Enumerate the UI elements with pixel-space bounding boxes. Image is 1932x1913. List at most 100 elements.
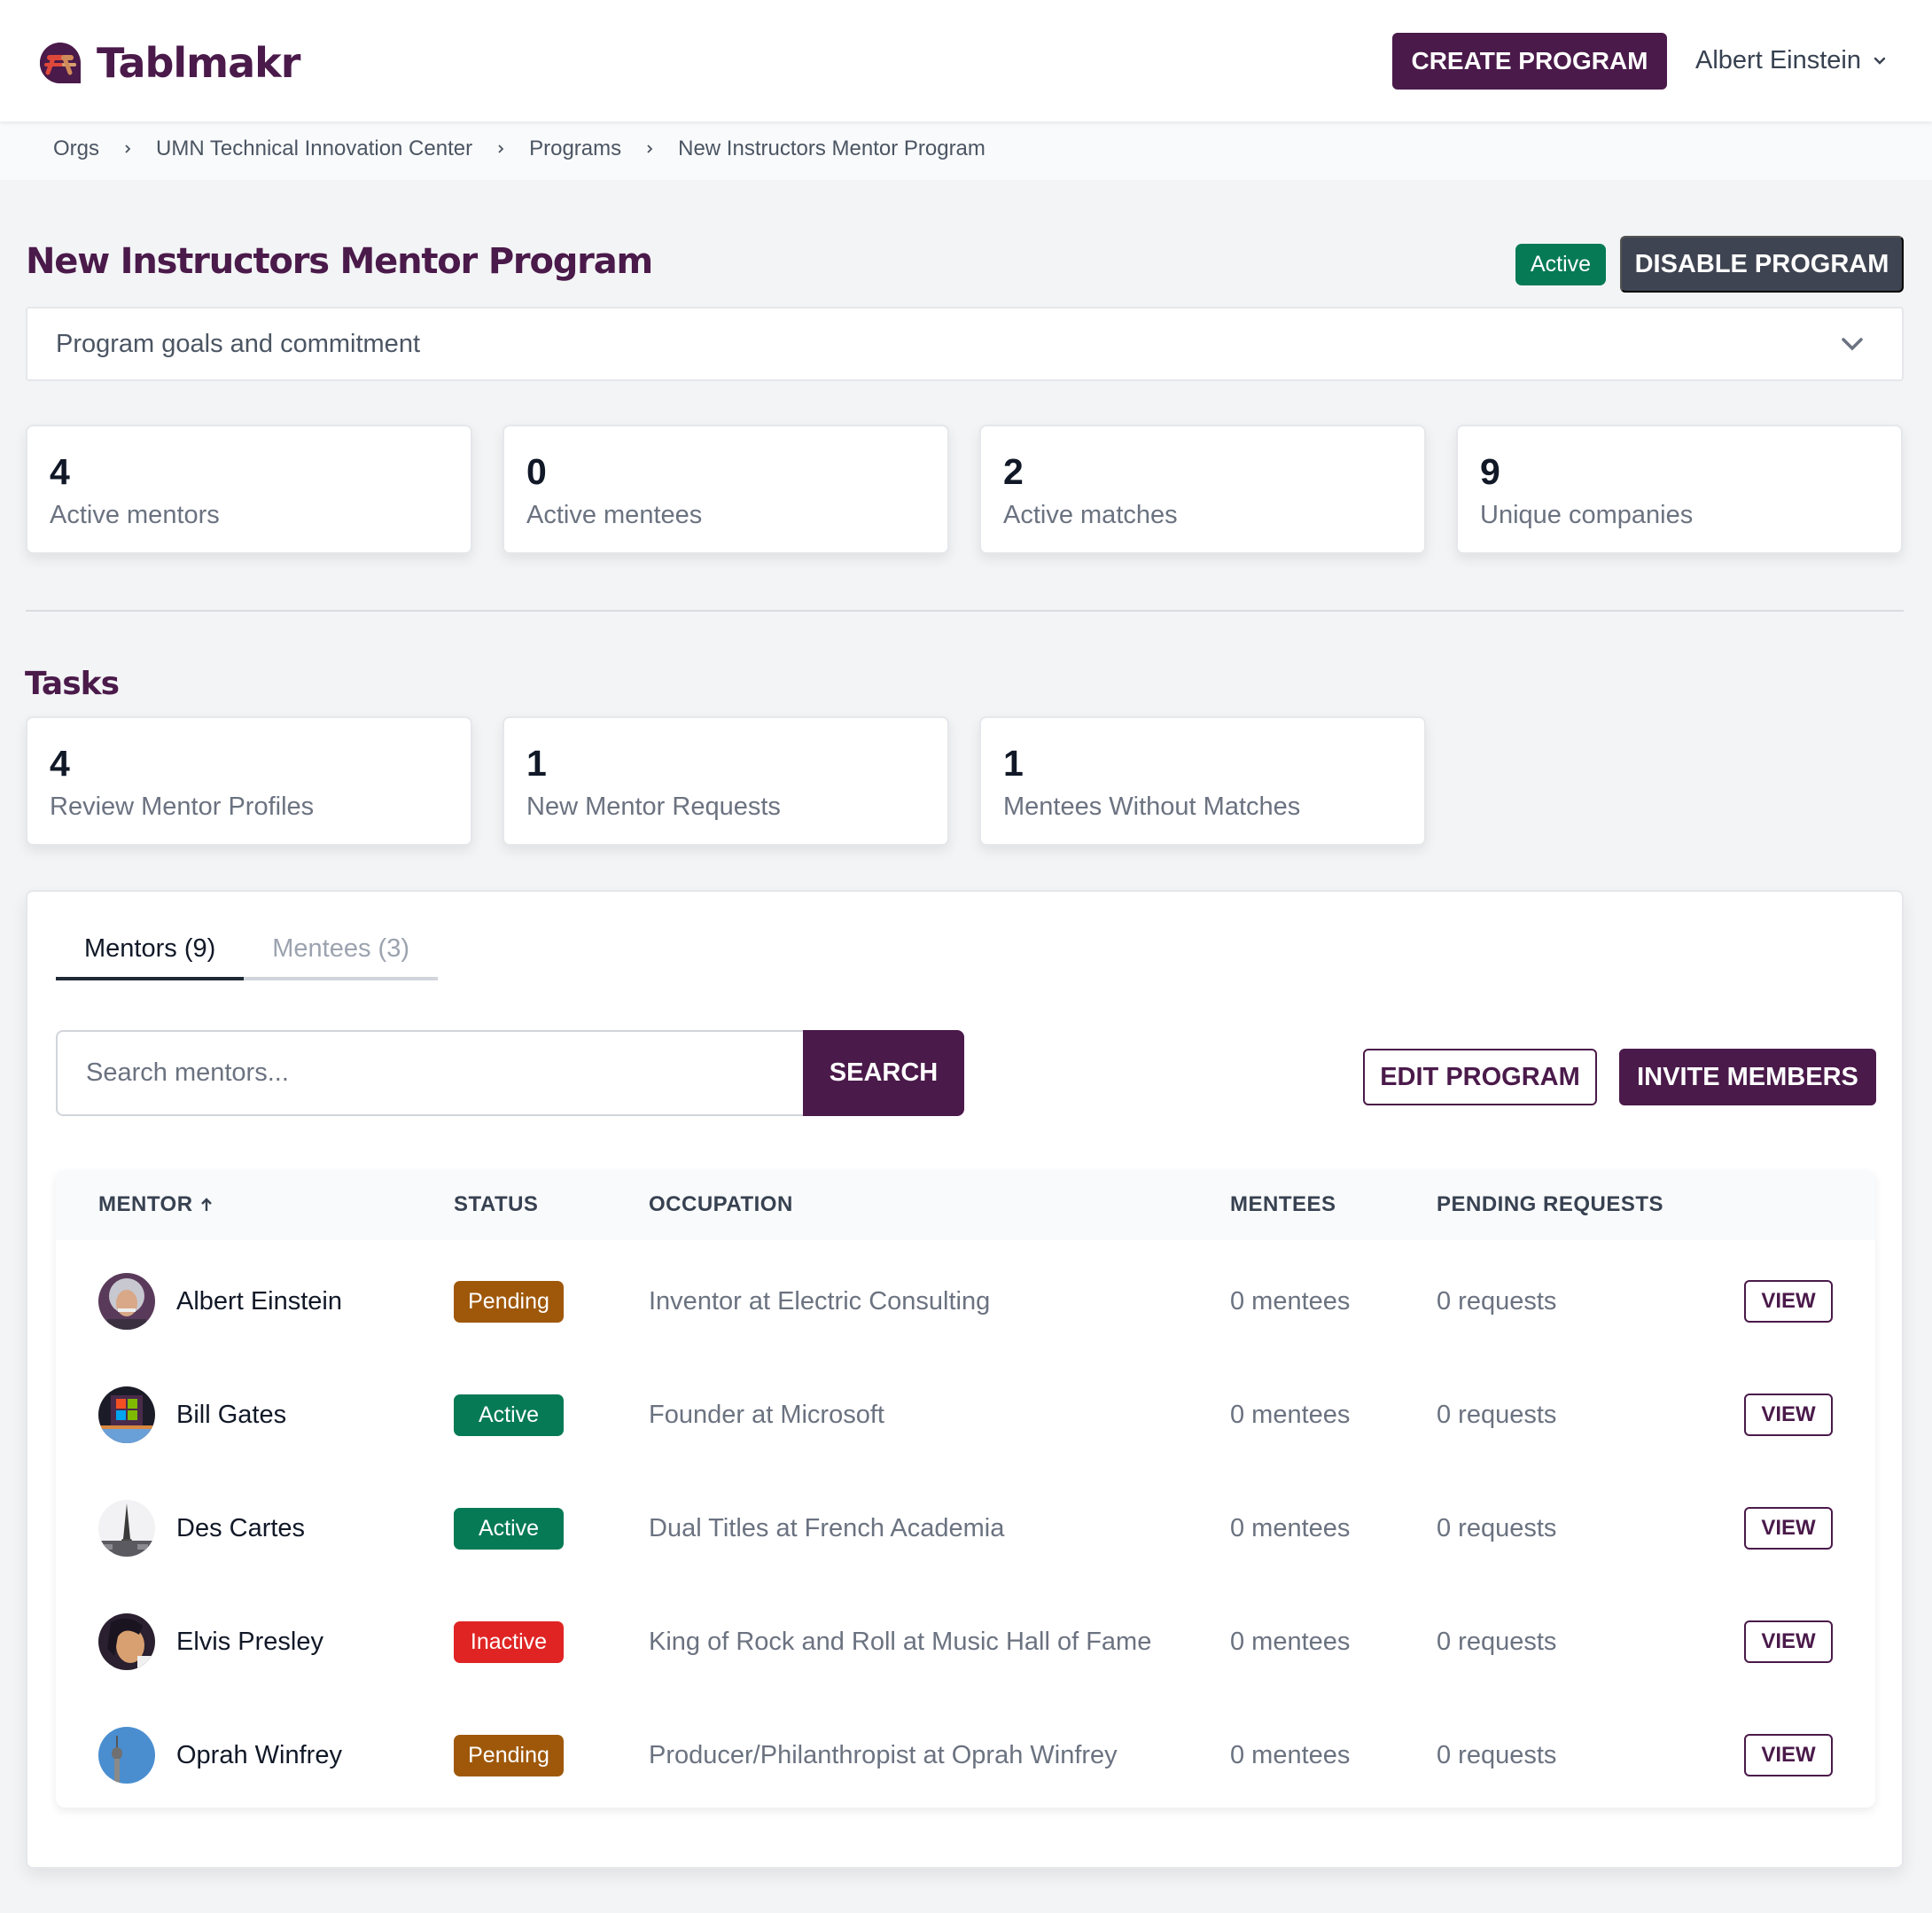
view-button[interactable]: VIEW	[1744, 1620, 1833, 1663]
program-goals-accordion[interactable]: Program goals and commitment	[26, 307, 1904, 381]
user-menu[interactable]: Albert Einstein	[1695, 46, 1888, 75]
mentor-cell: Albert Einstein	[98, 1245, 342, 1358]
table-header: MENTOR STATUS OCCUPATION MENTEES PENDING…	[56, 1170, 1875, 1240]
status-cell: Pending	[454, 1245, 564, 1358]
requests-cell: 0 requests	[1437, 1627, 1557, 1656]
status-badge: Pending	[454, 1734, 564, 1776]
avatar	[98, 1500, 155, 1557]
requests-cell: 0 requests	[1437, 1513, 1557, 1542]
avatar	[98, 1273, 155, 1330]
tab-mentors[interactable]: Mentors (9)	[56, 931, 245, 980]
stat-card-active-mentors: 4 Active mentors	[26, 425, 472, 554]
mentor-name[interactable]: Oprah Winfrey	[176, 1741, 342, 1770]
top-nav: Tablmakr CREATE PROGRAM Albert Einstein	[0, 0, 1932, 121]
task-card-review-mentor-profiles[interactable]: 4 Review Mentor Profiles	[26, 716, 472, 846]
chevron-right-icon	[125, 144, 131, 153]
status-badge: Active	[454, 1394, 564, 1436]
task-count: 1	[526, 743, 547, 784]
disable-program-button[interactable]: DISABLE PROGRAM	[1620, 236, 1904, 293]
table-row: Oprah Winfrey Pending Producer/Philanthr…	[56, 1698, 1875, 1808]
task-count: 1	[1003, 743, 1024, 784]
table-row: Elvis Presley Inactive King of Rock and …	[56, 1585, 1875, 1698]
mentees-cell: 0 mentees	[1230, 1513, 1351, 1542]
search-input[interactable]	[56, 1030, 803, 1116]
stat-card-active-mentees: 0 Active mentees	[502, 425, 949, 554]
task-card-mentees-without-matches[interactable]: 1 Mentees Without Matches	[979, 716, 1426, 846]
status-badge: Inactive	[454, 1620, 564, 1663]
status-badge: Active	[454, 1507, 564, 1550]
chevron-down-icon	[1874, 57, 1886, 65]
avatar	[98, 1386, 155, 1443]
column-label: MENTOR	[98, 1192, 193, 1216]
search-button[interactable]: SEARCH	[803, 1030, 964, 1116]
breadcrumb-current[interactable]: New Instructors Mentor Program	[678, 137, 985, 161]
chevron-right-icon	[647, 144, 653, 153]
mentor-cell: Bill Gates	[98, 1358, 286, 1472]
view-button[interactable]: VIEW	[1744, 1394, 1833, 1436]
mentees-cell: 0 mentees	[1230, 1627, 1351, 1656]
mentees-cell: 0 mentees	[1230, 1286, 1351, 1316]
task-card-new-mentor-requests[interactable]: 1 New Mentor Requests	[502, 716, 949, 846]
eiffel-tower-icon	[98, 1500, 155, 1557]
task-label: New Mentor Requests	[526, 793, 781, 821]
user-name: Albert Einstein	[1695, 46, 1861, 74]
column-header-mentor[interactable]: MENTOR	[98, 1192, 214, 1217]
mentor-name[interactable]: Bill Gates	[176, 1401, 286, 1430]
page-title: New Instructors Mentor Program	[26, 241, 653, 282]
microsoft-booth-icon	[98, 1386, 155, 1443]
section-divider	[26, 610, 1904, 612]
task-count: 4	[50, 743, 70, 784]
view-button[interactable]: VIEW	[1744, 1734, 1833, 1776]
tab-mentees[interactable]: Mentees (3)	[244, 931, 438, 980]
mentor-name[interactable]: Des Cartes	[176, 1514, 305, 1543]
stat-value: 2	[1003, 451, 1024, 492]
picnic-table-logo-icon	[40, 43, 81, 83]
mentor-name[interactable]: Elvis Presley	[176, 1628, 323, 1657]
status-cell: Inactive	[454, 1585, 564, 1698]
mentor-cell: Oprah Winfrey	[98, 1698, 342, 1808]
tasks-heading: Tasks	[25, 666, 120, 702]
column-header-mentees[interactable]: MENTEES	[1230, 1192, 1336, 1217]
breadcrumb-org[interactable]: UMN Technical Innovation Center	[156, 137, 472, 161]
program-status-badge: Active	[1515, 244, 1606, 285]
breadcrumb: Orgs UMN Technical Innovation Center Pro…	[53, 137, 985, 161]
occupation-cell: Inventor at Electric Consulting	[649, 1286, 991, 1316]
view-button[interactable]: VIEW	[1744, 1280, 1833, 1323]
column-header-status[interactable]: STATUS	[454, 1192, 538, 1217]
requests-cell: 0 requests	[1437, 1286, 1557, 1316]
mentor-name[interactable]: Albert Einstein	[176, 1287, 342, 1316]
breadcrumb-orgs[interactable]: Orgs	[53, 137, 99, 161]
app-logo[interactable]: Tablmakr	[38, 39, 300, 87]
stat-value: 9	[1480, 451, 1500, 492]
status-cell: Active	[454, 1472, 564, 1585]
column-header-pending-requests[interactable]: PENDING REQUESTS	[1437, 1192, 1663, 1217]
stat-label: Unique companies	[1480, 501, 1694, 529]
invite-members-button[interactable]: INVITE MEMBERS	[1619, 1049, 1876, 1105]
chevron-right-icon	[498, 144, 504, 153]
stat-value: 0	[526, 451, 547, 492]
stat-card-active-matches: 2 Active matches	[979, 425, 1426, 554]
chevron-down-icon	[1842, 338, 1863, 351]
occupation-cell: Producer/Philanthropist at Oprah Winfrey	[649, 1740, 1118, 1769]
stat-value: 4	[50, 451, 70, 492]
app-name: Tablmakr	[97, 39, 300, 87]
view-button[interactable]: VIEW	[1744, 1507, 1833, 1550]
stat-label: Active mentors	[50, 501, 220, 529]
table-row: Des Cartes Active Dual Titles at French …	[56, 1472, 1875, 1585]
stat-label: Active mentees	[526, 501, 703, 529]
members-panel: Mentors (9) Mentees (3) SEARCH EDIT PROG…	[26, 890, 1904, 1869]
create-program-button[interactable]: CREATE PROGRAM	[1392, 33, 1667, 90]
arrow-up-icon	[200, 1198, 212, 1211]
elvis-portrait-icon	[98, 1613, 155, 1670]
occupation-cell: Founder at Microsoft	[649, 1400, 884, 1429]
stat-label: Active matches	[1003, 501, 1178, 529]
tv-tower-icon	[98, 1727, 155, 1784]
status-cell: Active	[454, 1358, 564, 1472]
breadcrumb-programs[interactable]: Programs	[529, 137, 621, 161]
mentors-table: MENTOR STATUS OCCUPATION MENTEES PENDING…	[56, 1170, 1875, 1808]
status-cell: Pending	[454, 1698, 564, 1808]
column-header-occupation[interactable]: OCCUPATION	[649, 1192, 793, 1217]
task-label: Review Mentor Profiles	[50, 793, 315, 821]
avatar	[98, 1613, 155, 1670]
edit-program-button[interactable]: EDIT PROGRAM	[1363, 1049, 1597, 1105]
